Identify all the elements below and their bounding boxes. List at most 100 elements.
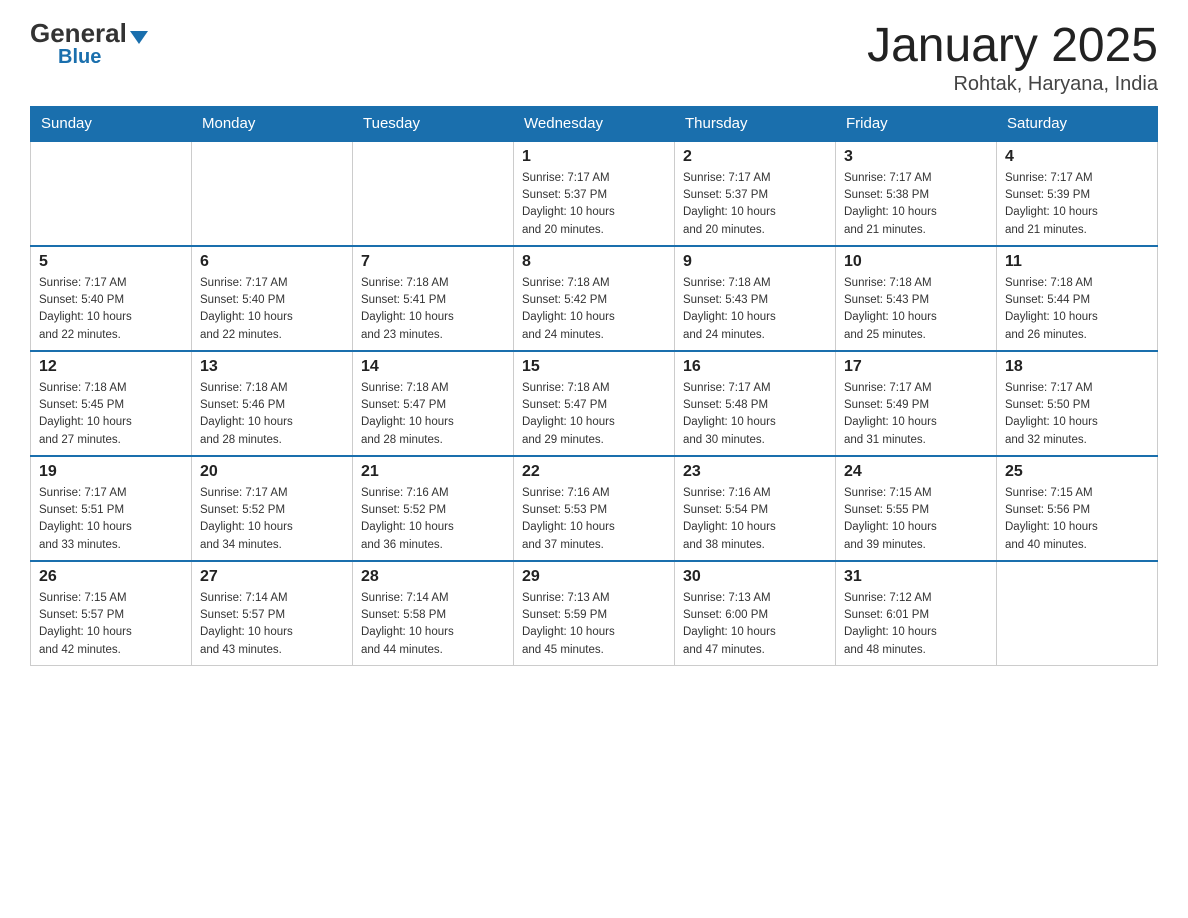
- day-info: Sunrise: 7:14 AMSunset: 5:57 PMDaylight:…: [200, 590, 344, 659]
- day-info: Sunrise: 7:17 AMSunset: 5:39 PMDaylight:…: [1005, 170, 1149, 239]
- day-number: 10: [844, 253, 988, 271]
- day-cell: 23 Sunrise: 7:16 AMSunset: 5:54 PMDayligh…: [675, 456, 836, 561]
- day-info: Sunrise: 7:18 AMSunset: 5:47 PMDaylight:…: [522, 380, 666, 449]
- day-number: 19: [39, 463, 183, 481]
- day-cell: 27 Sunrise: 7:14 AMSunset: 5:57 PMDayligh…: [192, 561, 353, 666]
- day-number: 15: [522, 358, 666, 376]
- day-number: 16: [683, 358, 827, 376]
- week-row-4: 19 Sunrise: 7:17 AMSunset: 5:51 PMDayligh…: [31, 456, 1158, 561]
- week-row-3: 12Sunrise: 7:18 AMSunset: 5:45 PMDayligh…: [31, 351, 1158, 456]
- day-cell: 6 Sunrise: 7:17 AMSunset: 5:40 PMDaylight…: [192, 246, 353, 351]
- day-cell: 24Sunrise: 7:15 AMSunset: 5:55 PMDayligh…: [836, 456, 997, 561]
- header-row: Sunday Monday Tuesday Wednesday Thursday…: [31, 106, 1158, 141]
- day-info: Sunrise: 7:12 AMSunset: 6:01 PMDaylight:…: [844, 590, 988, 659]
- header-wednesday: Wednesday: [514, 106, 675, 141]
- day-info: Sunrise: 7:17 AMSunset: 5:48 PMDaylight:…: [683, 380, 827, 449]
- day-cell: 2 Sunrise: 7:17 AMSunset: 5:37 PMDaylight…: [675, 141, 836, 246]
- day-info: Sunrise: 7:18 AMSunset: 5:47 PMDaylight:…: [361, 380, 505, 449]
- day-number: 23: [683, 463, 827, 481]
- logo-blue-text: Blue: [30, 46, 101, 69]
- logo-triangle-icon: [130, 31, 148, 44]
- logo: General Blue: [30, 20, 148, 69]
- week-row-2: 5 Sunrise: 7:17 AMSunset: 5:40 PMDaylight…: [31, 246, 1158, 351]
- day-info: Sunrise: 7:18 AMSunset: 5:42 PMDaylight:…: [522, 275, 666, 344]
- calendar-subtitle: Rohtak, Haryana, India: [867, 73, 1158, 96]
- day-cell: 17Sunrise: 7:17 AMSunset: 5:49 PMDayligh…: [836, 351, 997, 456]
- day-info: Sunrise: 7:14 AMSunset: 5:58 PMDaylight:…: [361, 590, 505, 659]
- day-cell: 31 Sunrise: 7:12 AMSunset: 6:01 PMDayligh…: [836, 561, 997, 666]
- day-cell: [192, 141, 353, 246]
- day-info: Sunrise: 7:18 AMSunset: 5:43 PMDaylight:…: [683, 275, 827, 344]
- header-monday: Monday: [192, 106, 353, 141]
- day-cell: 14 Sunrise: 7:18 AMSunset: 5:47 PMDayligh…: [353, 351, 514, 456]
- day-info: Sunrise: 7:17 AMSunset: 5:37 PMDaylight:…: [522, 170, 666, 239]
- day-number: 21: [361, 463, 505, 481]
- header-saturday: Saturday: [997, 106, 1158, 141]
- day-cell: 7 Sunrise: 7:18 AMSunset: 5:41 PMDaylight…: [353, 246, 514, 351]
- week-row-5: 26 Sunrise: 7:15 AMSunset: 5:57 PMDayligh…: [31, 561, 1158, 666]
- day-cell: 28 Sunrise: 7:14 AMSunset: 5:58 PMDayligh…: [353, 561, 514, 666]
- calendar-table: Sunday Monday Tuesday Wednesday Thursday…: [30, 106, 1158, 666]
- day-cell: 12Sunrise: 7:18 AMSunset: 5:45 PMDayligh…: [31, 351, 192, 456]
- day-cell: 29Sunrise: 7:13 AMSunset: 5:59 PMDayligh…: [514, 561, 675, 666]
- day-info: Sunrise: 7:16 AMSunset: 5:54 PMDaylight:…: [683, 485, 827, 554]
- header-friday: Friday: [836, 106, 997, 141]
- day-cell: 26 Sunrise: 7:15 AMSunset: 5:57 PMDayligh…: [31, 561, 192, 666]
- day-number: 28: [361, 568, 505, 586]
- day-info: Sunrise: 7:13 AMSunset: 6:00 PMDaylight:…: [683, 590, 827, 659]
- day-info: Sunrise: 7:15 AMSunset: 5:56 PMDaylight:…: [1005, 485, 1149, 554]
- day-info: Sunrise: 7:17 AMSunset: 5:40 PMDaylight:…: [39, 275, 183, 344]
- day-info: Sunrise: 7:18 AMSunset: 5:44 PMDaylight:…: [1005, 275, 1149, 344]
- day-cell: 25 Sunrise: 7:15 AMSunset: 5:56 PMDayligh…: [997, 456, 1158, 561]
- day-number: 3: [844, 148, 988, 166]
- calendar-title: January 2025: [867, 20, 1158, 73]
- day-number: 4: [1005, 148, 1149, 166]
- day-number: 26: [39, 568, 183, 586]
- day-number: 5: [39, 253, 183, 271]
- header-tuesday: Tuesday: [353, 106, 514, 141]
- day-cell: [353, 141, 514, 246]
- week-row-1: 1Sunrise: 7:17 AMSunset: 5:37 PMDaylight…: [31, 141, 1158, 246]
- day-info: Sunrise: 7:18 AMSunset: 5:46 PMDaylight:…: [200, 380, 344, 449]
- day-cell: 3 Sunrise: 7:17 AMSunset: 5:38 PMDaylight…: [836, 141, 997, 246]
- day-number: 7: [361, 253, 505, 271]
- title-block: January 2025 Rohtak, Haryana, India: [867, 20, 1158, 96]
- day-number: 11: [1005, 253, 1149, 271]
- day-info: Sunrise: 7:17 AMSunset: 5:37 PMDaylight:…: [683, 170, 827, 239]
- day-info: Sunrise: 7:16 AMSunset: 5:52 PMDaylight:…: [361, 485, 505, 554]
- day-number: 13: [200, 358, 344, 376]
- day-cell: 1Sunrise: 7:17 AMSunset: 5:37 PMDaylight…: [514, 141, 675, 246]
- day-cell: 8 Sunrise: 7:18 AMSunset: 5:42 PMDaylight…: [514, 246, 675, 351]
- day-info: Sunrise: 7:18 AMSunset: 5:41 PMDaylight:…: [361, 275, 505, 344]
- day-number: 25: [1005, 463, 1149, 481]
- day-number: 12: [39, 358, 183, 376]
- day-number: 6: [200, 253, 344, 271]
- day-cell: 10 Sunrise: 7:18 AMSunset: 5:43 PMDayligh…: [836, 246, 997, 351]
- day-info: Sunrise: 7:17 AMSunset: 5:52 PMDaylight:…: [200, 485, 344, 554]
- day-number: 9: [683, 253, 827, 271]
- page-header: General Blue January 2025 Rohtak, Haryan…: [30, 20, 1158, 96]
- logo-line1: General: [30, 20, 148, 46]
- day-info: Sunrise: 7:17 AMSunset: 5:38 PMDaylight:…: [844, 170, 988, 239]
- day-info: Sunrise: 7:15 AMSunset: 5:57 PMDaylight:…: [39, 590, 183, 659]
- day-number: 8: [522, 253, 666, 271]
- day-number: 2: [683, 148, 827, 166]
- day-number: 30: [683, 568, 827, 586]
- day-cell: 5 Sunrise: 7:17 AMSunset: 5:40 PMDaylight…: [31, 246, 192, 351]
- day-info: Sunrise: 7:17 AMSunset: 5:49 PMDaylight:…: [844, 380, 988, 449]
- day-number: 31: [844, 568, 988, 586]
- day-info: Sunrise: 7:17 AMSunset: 5:40 PMDaylight:…: [200, 275, 344, 344]
- day-cell: 22Sunrise: 7:16 AMSunset: 5:53 PMDayligh…: [514, 456, 675, 561]
- day-cell: 13 Sunrise: 7:18 AMSunset: 5:46 PMDayligh…: [192, 351, 353, 456]
- day-info: Sunrise: 7:13 AMSunset: 5:59 PMDaylight:…: [522, 590, 666, 659]
- day-number: 27: [200, 568, 344, 586]
- day-cell: 9 Sunrise: 7:18 AMSunset: 5:43 PMDaylight…: [675, 246, 836, 351]
- day-number: 14: [361, 358, 505, 376]
- day-cell: 4 Sunrise: 7:17 AMSunset: 5:39 PMDaylight…: [997, 141, 1158, 246]
- day-cell: 11 Sunrise: 7:18 AMSunset: 5:44 PMDayligh…: [997, 246, 1158, 351]
- day-info: Sunrise: 7:16 AMSunset: 5:53 PMDaylight:…: [522, 485, 666, 554]
- day-info: Sunrise: 7:17 AMSunset: 5:51 PMDaylight:…: [39, 485, 183, 554]
- day-info: Sunrise: 7:18 AMSunset: 5:43 PMDaylight:…: [844, 275, 988, 344]
- header-thursday: Thursday: [675, 106, 836, 141]
- day-number: 20: [200, 463, 344, 481]
